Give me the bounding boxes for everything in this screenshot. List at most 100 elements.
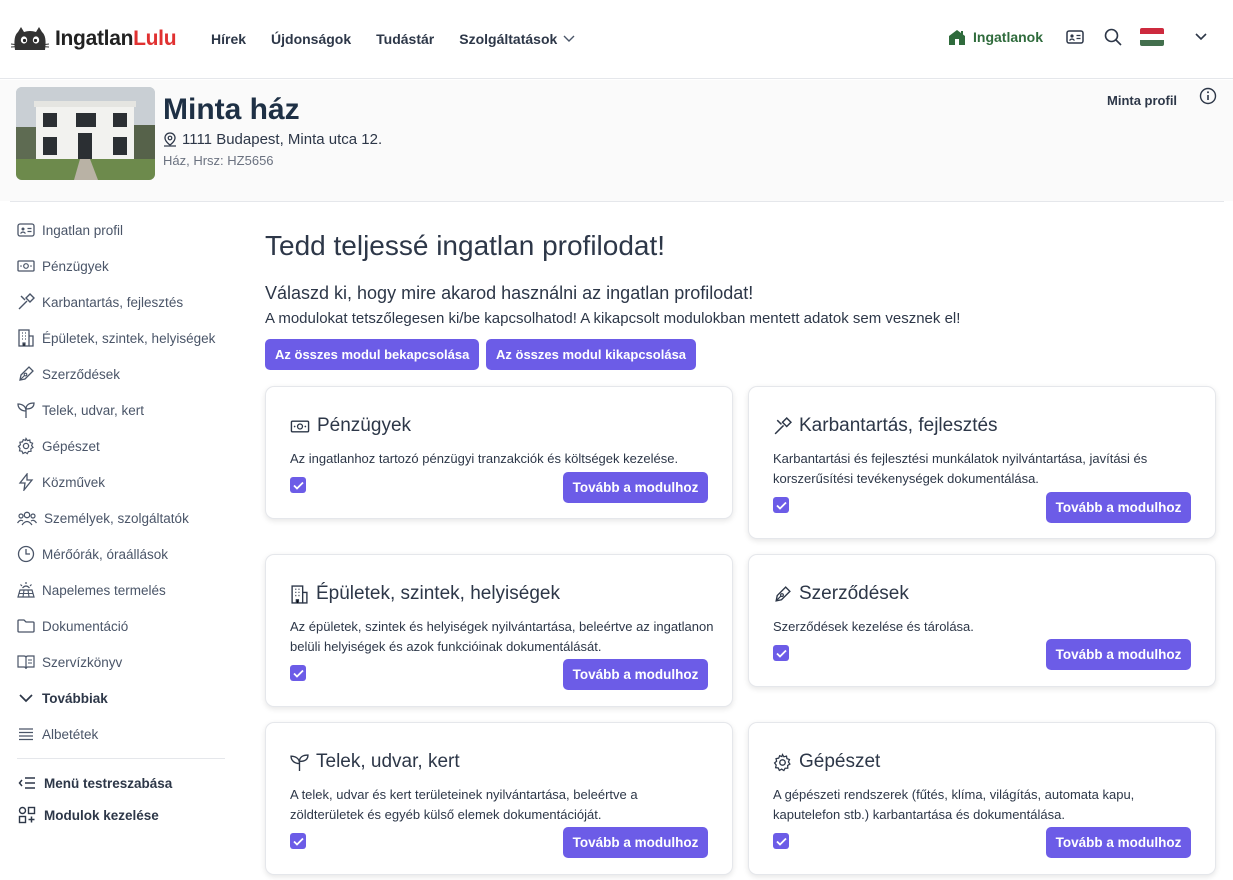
book-icon [17,655,35,670]
tools-icon [774,416,792,434]
page-lead-secondary: A modulokat tetszőlegesen ki/be kapcsolh… [265,310,961,327]
nav-link-hirek[interactable]: Hírek [211,31,246,47]
card-title: Pénzügyek [290,415,411,437]
pen-icon [19,366,34,381]
cat-logo-icon [10,27,50,50]
module-enabled-checkbox[interactable] [773,833,789,849]
profile-link[interactable]: Minta profil [1107,93,1177,108]
sidebar-item-tovabbiak[interactable]: Továbbiak [0,680,240,716]
sidebar: Ingatlan profil Pénzügyek Karbantartás, … [0,212,240,831]
id-card-icon [17,223,35,237]
chevron-down-icon [1195,33,1207,41]
sidebar-item-napelem[interactable]: Napelemes termelés [0,572,240,608]
module-enabled-checkbox[interactable] [773,497,789,513]
sidebar-item-telek[interactable]: Telek, udvar, kert [0,392,240,428]
chevron-down-icon [19,694,33,703]
customize-menu-button[interactable]: Menü testreszabása [0,767,240,799]
sidebar-item-epuletek[interactable]: Épületek, szintek, helyiségek [0,320,240,356]
money-icon [290,419,310,433]
go-to-module-button[interactable]: Tovább a modulhoz [563,827,708,858]
logo-text-part2: Lulu [133,27,177,50]
map-pin-icon [164,132,176,147]
sidebar-item-meroorak[interactable]: Mérőórák, óraállások [0,536,240,572]
solar-icon [17,582,35,598]
sidebar-item-gepeszet[interactable]: Gépészet [0,428,240,464]
sidebar-item-penzugyek[interactable]: Pénzügyek [0,248,240,284]
card-title: Szerződések [773,583,909,605]
clock-icon [17,545,35,563]
module-card-karbantartas: Karbantartás, fejlesztés Karbantartási é… [748,386,1216,539]
check-icon [775,501,787,510]
card-title: Telek, udvar, kert [290,751,460,773]
house-icon [949,30,965,45]
module-enabled-checkbox[interactable] [773,645,789,661]
money-icon [17,260,35,272]
menu-edit-icon [18,777,35,789]
logo-text-part1: Ingatlan [55,27,134,50]
property-header: Minta ház 1111 Budapest, Minta utca 12. … [0,80,1233,201]
search-icon [1104,28,1122,46]
sprout-icon [290,753,309,771]
nav-link-ujdonsagok[interactable]: Újdonságok [271,31,351,47]
property-address: 1111 Budapest, Minta utca 12. [163,131,382,148]
pen-icon [775,585,791,602]
sidebar-item-ingatlan-profil[interactable]: Ingatlan profil [0,212,240,248]
go-to-module-button[interactable]: Tovább a modulhoz [563,472,708,503]
module-card-szerzodesek: Szerződések Szerződések kezelése és táro… [748,554,1216,687]
sidebar-divider [17,758,225,759]
go-to-module-button[interactable]: Tovább a modulhoz [1046,827,1191,858]
card-description: Az ingatlanhoz tartozó pénzügyi tranzakc… [290,451,679,466]
modules-icon [18,806,36,824]
logo[interactable]: IngatlanLulu [9,26,177,52]
sidebar-item-szerzodesek[interactable]: Szerződések [0,356,240,392]
go-to-module-button[interactable]: Tovább a modulhoz [563,659,708,690]
building-icon [18,329,34,347]
building-icon [291,584,308,604]
module-enabled-checkbox[interactable] [290,833,306,849]
property-photo [16,87,155,180]
sidebar-item-kozmuvek[interactable]: Közművek [0,464,240,500]
go-to-module-button[interactable]: Tovább a modulhoz [1046,492,1191,523]
property-title: Minta ház [163,93,300,126]
go-to-module-button[interactable]: Tovább a modulhoz [1046,639,1191,670]
module-card-penzugyek: Pénzügyek Az ingatlanhoz tartozó pénzügy… [265,386,733,519]
sidebar-item-szemelyek[interactable]: Személyek, szolgáltatók [0,500,240,536]
info-icon [1199,87,1217,105]
folder-icon [17,619,35,633]
check-icon [775,837,787,846]
chevron-down-icon [563,35,575,42]
search-button[interactable] [1104,28,1122,46]
property-subtitle: Ház, Hrsz: HZ5656 [163,153,274,168]
ingatlanok-link[interactable]: Ingatlanok [947,28,1043,46]
gear-icon [773,752,791,771]
module-card-telek: Telek, udvar, kert A telek, udvar és ker… [265,722,733,875]
card-title: Gépészet [773,751,880,773]
id-card-button[interactable] [1066,30,1084,44]
card-title: Épületek, szintek, helyiségek [290,583,560,605]
header-divider [10,201,1224,202]
enable-all-modules-button[interactable]: Az összes modul bekapcsolása [265,339,480,370]
disable-all-modules-button[interactable]: Az összes modul kikapcsolása [486,339,697,370]
module-enabled-checkbox[interactable] [290,665,306,681]
module-card-gepeszet: Gépészet A gépészeti rendszerek (fűtés, … [748,722,1216,875]
card-description: A telek, udvar és kert területeinek nyil… [290,787,638,822]
list-icon [19,728,33,741]
card-description: Az épületek, szintek és helyiségek nyilv… [290,619,714,654]
nav-link-tudastar[interactable]: Tudástár [376,31,434,47]
page-lead: Válaszd ki, hogy mire akarod használni a… [265,283,754,303]
check-icon [292,837,304,846]
nav-link-szolgaltatasok[interactable]: Szolgáltatások [459,31,575,47]
sidebar-item-karbantartas[interactable]: Karbantartás, fejlesztés [0,284,240,320]
language-flag-hungary[interactable] [1140,28,1165,46]
check-icon [775,649,787,658]
sidebar-item-albetetek[interactable]: Albetétek [0,716,240,752]
card-title: Karbantartás, fejlesztés [773,415,998,437]
module-enabled-checkbox[interactable] [290,477,306,493]
sidebar-item-szervizkonyv[interactable]: Szervízkönyv [0,644,240,680]
check-icon [292,481,304,490]
user-menu-toggle[interactable] [1195,33,1207,41]
sidebar-item-dokumentacio[interactable]: Dokumentáció [0,608,240,644]
check-icon [292,669,304,678]
manage-modules-button[interactable]: Modulok kezelése [0,799,240,831]
info-button[interactable] [1199,87,1217,110]
